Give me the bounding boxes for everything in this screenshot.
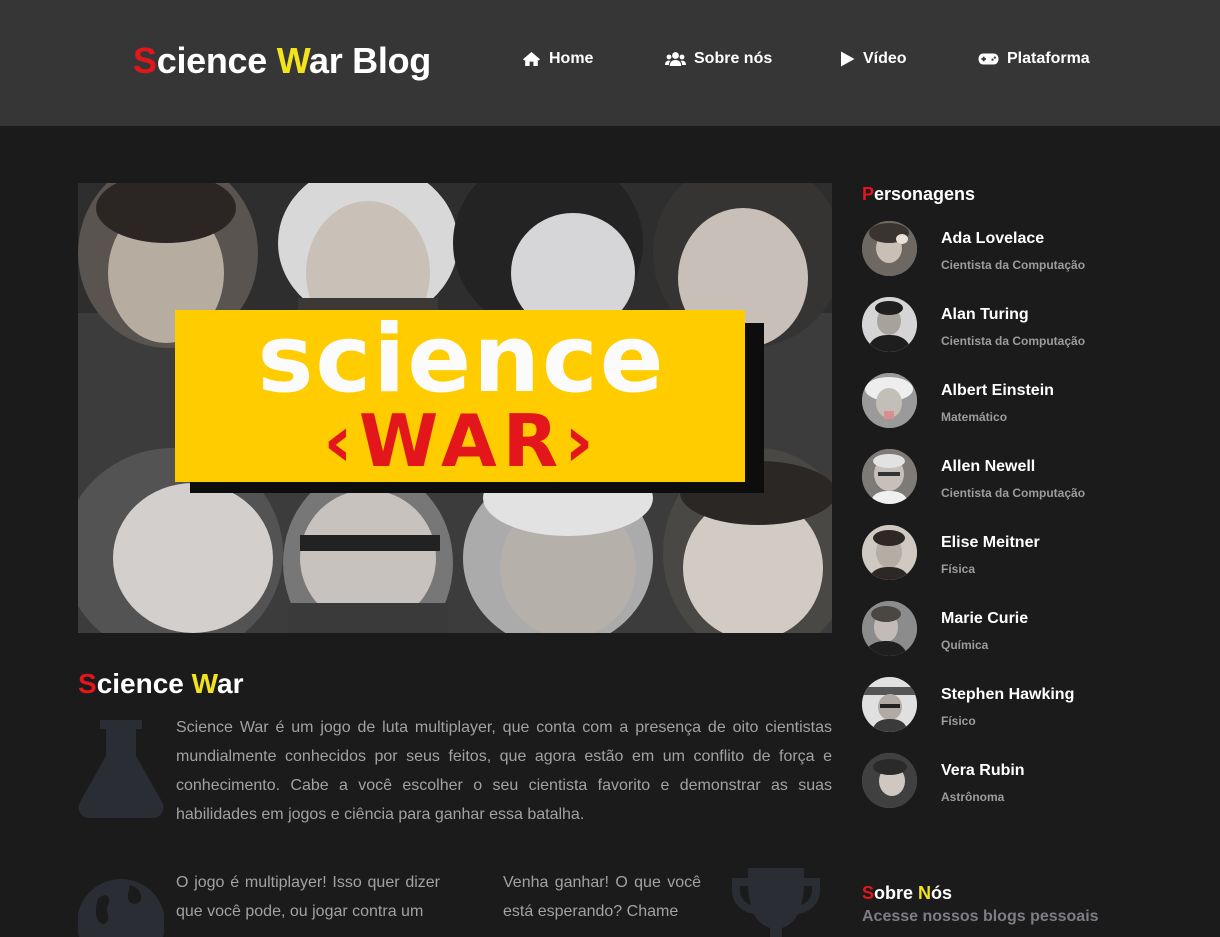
character-item[interactable]: Marie Curie Química	[862, 601, 1162, 661]
character-name: Marie Curie	[941, 610, 1029, 627]
character-item[interactable]: Albert Einstein Matemático	[862, 373, 1162, 433]
nav-video-link[interactable]: Vídeo	[840, 50, 907, 68]
avatar	[862, 297, 917, 352]
brand-text-cience: cience	[156, 40, 277, 81]
character-name: Ada Lovelace	[941, 230, 1045, 247]
character-role: Cientista da Computação	[941, 486, 1086, 500]
character-role: Química	[941, 638, 989, 652]
character-role: Astrônoma	[941, 790, 1005, 804]
brand-letter-s: S	[133, 40, 157, 81]
nav-video-label: Vídeo	[863, 50, 907, 67]
nav-about-label: Sobre nós	[694, 50, 773, 67]
home-icon	[522, 51, 541, 67]
about-subtitle: Acesse nossos blogs pessoais	[862, 908, 1099, 925]
character-role: Cientista da Computação	[941, 258, 1086, 272]
nav-home-label: Home	[549, 50, 594, 67]
character-name: Allen Newell	[941, 458, 1036, 475]
character-role: Cientista da Computação	[941, 334, 1086, 348]
about-heading: Sobre Nós	[862, 883, 953, 903]
flask-icon	[78, 720, 164, 823]
play-icon	[840, 51, 855, 67]
article-paragraph-3: Venha ganhar! O que você está esperando?…	[503, 874, 701, 920]
avatar	[862, 373, 917, 428]
brand-letter-w: W	[276, 40, 310, 81]
character-role: Matemático	[941, 410, 1008, 424]
character-role: Física	[941, 562, 976, 576]
users-icon	[665, 51, 686, 67]
trophy-icon	[730, 868, 822, 937]
character-name: Stephen Hawking	[941, 686, 1075, 703]
avatar	[862, 601, 917, 656]
brand-text-ar-blog: ar Blog	[309, 40, 431, 81]
characters-heading: Personagens	[862, 184, 976, 204]
character-name: Vera Rubin	[941, 762, 1025, 779]
avatar	[862, 221, 917, 276]
character-item[interactable]: Allen Newell Cientista da Computação	[862, 449, 1162, 509]
gamepad-icon	[978, 52, 999, 66]
hero-logo-plate	[175, 310, 745, 482]
character-name: Alan Turing	[941, 306, 1029, 323]
avatar	[862, 449, 917, 504]
character-name: Albert Einstein	[941, 382, 1054, 399]
character-item[interactable]: Stephen Hawking Físico	[862, 677, 1162, 737]
character-name: Elise Meitner	[941, 534, 1040, 551]
character-item[interactable]: Vera Rubin Astrônoma	[862, 753, 1162, 813]
nav-about-link[interactable]: Sobre nós	[665, 50, 772, 68]
avatar	[862, 753, 917, 808]
character-role: Físico	[941, 714, 976, 728]
nav-platform-link[interactable]: Plataforma	[978, 50, 1090, 68]
hero-banner-image: science ‹WAR›	[78, 183, 832, 633]
site-logo-title[interactable]: Science War Blog	[133, 40, 431, 82]
avatar	[862, 525, 917, 580]
avatar	[862, 677, 917, 732]
top-navbar: Science War Blog Home Sobre nós Vídeo Pl…	[0, 0, 1220, 126]
nav-platform-label: Plataforma	[1007, 50, 1090, 67]
globe-icon	[77, 877, 165, 937]
article-title: Science War	[78, 668, 244, 699]
character-item[interactable]: Ada Lovelace Cientista da Computação	[862, 221, 1162, 281]
article-paragraph-2: O jogo é multiplayer! Isso quer dizer qu…	[176, 874, 440, 920]
article-paragraph-1: Science War é um jogo de luta multiplaye…	[176, 719, 832, 823]
nav-home-link[interactable]: Home	[522, 50, 593, 68]
character-item[interactable]: Elise Meitner Física	[862, 525, 1162, 585]
character-item[interactable]: Alan Turing Cientista da Computação	[862, 297, 1162, 357]
